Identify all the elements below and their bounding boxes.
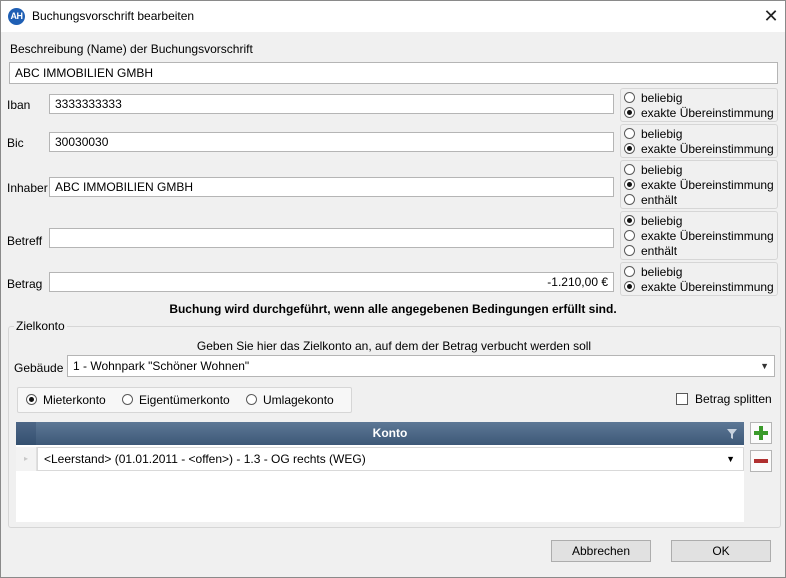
konto-column-header[interactable]: Konto [36,422,744,445]
iban-match-options: beliebig exakte Übereinstimmung [620,88,778,122]
betreff-option-beliebig[interactable]: beliebig [624,213,682,228]
betrag-match-options: beliebig exakte Übereinstimmung [620,262,778,296]
inhaber-match-options: beliebig exakte Übereinstimmung enthält [620,160,778,209]
konto-cell-value: <Leerstand> (01.01.2011 - <offen>) - 1.3… [44,452,366,466]
radio-icon [624,194,635,205]
dialog-window: AH Buchungsvorschrift bearbeiten ✕ Besch… [0,0,786,578]
konto-grid: Konto ▸ <Leerstand> (01.01.2011 - <offen… [16,422,744,522]
bic-option-exakt[interactable]: exakte Übereinstimmung [624,141,774,156]
row-indicator-icon: ▸ [16,447,37,471]
radio-selected-icon [624,215,635,226]
radio-selected-icon [624,143,635,154]
betreff-option-exakt[interactable]: exakte Übereinstimmung [624,228,774,243]
window-title: Buchungsvorschrift bearbeiten [32,9,195,23]
betreff-input[interactable] [49,228,614,248]
betreff-option-enthaelt[interactable]: enthält [624,243,677,258]
ok-button[interactable]: OK [671,540,771,562]
konto-cell-select[interactable]: <Leerstand> (01.01.2011 - <offen>) - 1.3… [37,447,744,471]
radio-selected-icon [624,107,635,118]
radio-icon [624,92,635,103]
iban-option-beliebig[interactable]: beliebig [624,90,682,105]
description-input[interactable]: ABC IMMOBILIEN GMBH [9,62,778,84]
cancel-button[interactable]: Abbrechen [551,540,651,562]
betrag-option-exakt[interactable]: exakte Übereinstimmung [624,279,774,294]
remove-row-button[interactable] [750,450,772,472]
radio-icon [624,245,635,256]
inhaber-option-enthaelt[interactable]: enthält [624,192,677,207]
inhaber-option-exakt[interactable]: exakte Übereinstimmung [624,177,774,192]
zielkonto-group-label: Zielkonto [14,319,67,333]
radio-icon [624,230,635,241]
inhaber-input[interactable]: ABC IMMOBILIEN GMBH [49,177,614,197]
condition-note: Buchung wird durchgeführt, wenn alle ang… [169,302,617,316]
account-type-mieterkonto[interactable]: Mieterkonto [26,392,106,407]
app-logo-icon: AH [8,8,25,25]
betrag-label: Betrag [7,277,43,291]
radio-icon [624,164,635,175]
inhaber-option-beliebig[interactable]: beliebig [624,162,682,177]
table-row[interactable]: ▸ <Leerstand> (01.01.2011 - <offen>) - 1… [16,447,744,471]
betrag-input[interactable]: -1.210,00 € [49,272,614,292]
betreff-match-options: beliebig exakte Übereinstimmung enthält [620,211,778,260]
bic-option-beliebig[interactable]: beliebig [624,126,682,141]
plus-icon [754,426,768,440]
close-icon[interactable]: ✕ [757,3,785,29]
radio-selected-icon [624,281,635,292]
add-row-button[interactable] [750,422,772,444]
account-type-eigentuemerkonto[interactable]: Eigentümerkonto [122,392,230,407]
chevron-down-icon: ▼ [760,361,769,371]
grid-header: Konto [16,422,744,445]
radio-icon [246,394,257,405]
gebaeude-select[interactable]: 1 - Wohnpark "Schöner Wohnen" ▼ [67,355,775,377]
title-bar: AH Buchungsvorschrift bearbeiten ✕ [1,1,785,32]
chevron-down-icon: ▼ [726,454,735,464]
account-type-umlagekonto[interactable]: Umlagekonto [246,392,334,407]
radio-selected-icon [26,394,37,405]
checkbox-icon [676,392,688,405]
radio-icon [624,266,635,277]
zielkonto-hint: Geben Sie hier das Zielkonto an, auf dem… [196,339,592,353]
iban-option-exakt[interactable]: exakte Übereinstimmung [624,105,774,120]
grid-header-stub [16,422,36,445]
inhaber-label: Inhaber [7,181,48,195]
gebaeude-select-value: 1 - Wohnpark "Schöner Wohnen" [73,359,250,373]
account-type-options: Mieterkonto Eigentümerkonto Umlagekonto [17,387,352,413]
filter-icon[interactable] [726,428,738,440]
minus-icon [754,459,768,463]
iban-input[interactable]: 3333333333 [49,94,614,114]
iban-label: Iban [7,98,31,112]
radio-icon [624,128,635,139]
betrag-splitten-checkbox[interactable]: Betrag splitten [676,391,772,406]
gebaeude-label: Gebäude [14,361,64,375]
bic-input[interactable]: 30030030 [49,132,614,152]
radio-icon [122,394,133,405]
bic-label: Bic [7,136,24,150]
description-label: Beschreibung (Name) der Buchungsvorschri… [10,42,253,56]
betrag-option-beliebig[interactable]: beliebig [624,264,682,279]
betreff-label: Betreff [7,234,43,248]
bic-match-options: beliebig exakte Übereinstimmung [620,124,778,158]
radio-selected-icon [624,179,635,190]
